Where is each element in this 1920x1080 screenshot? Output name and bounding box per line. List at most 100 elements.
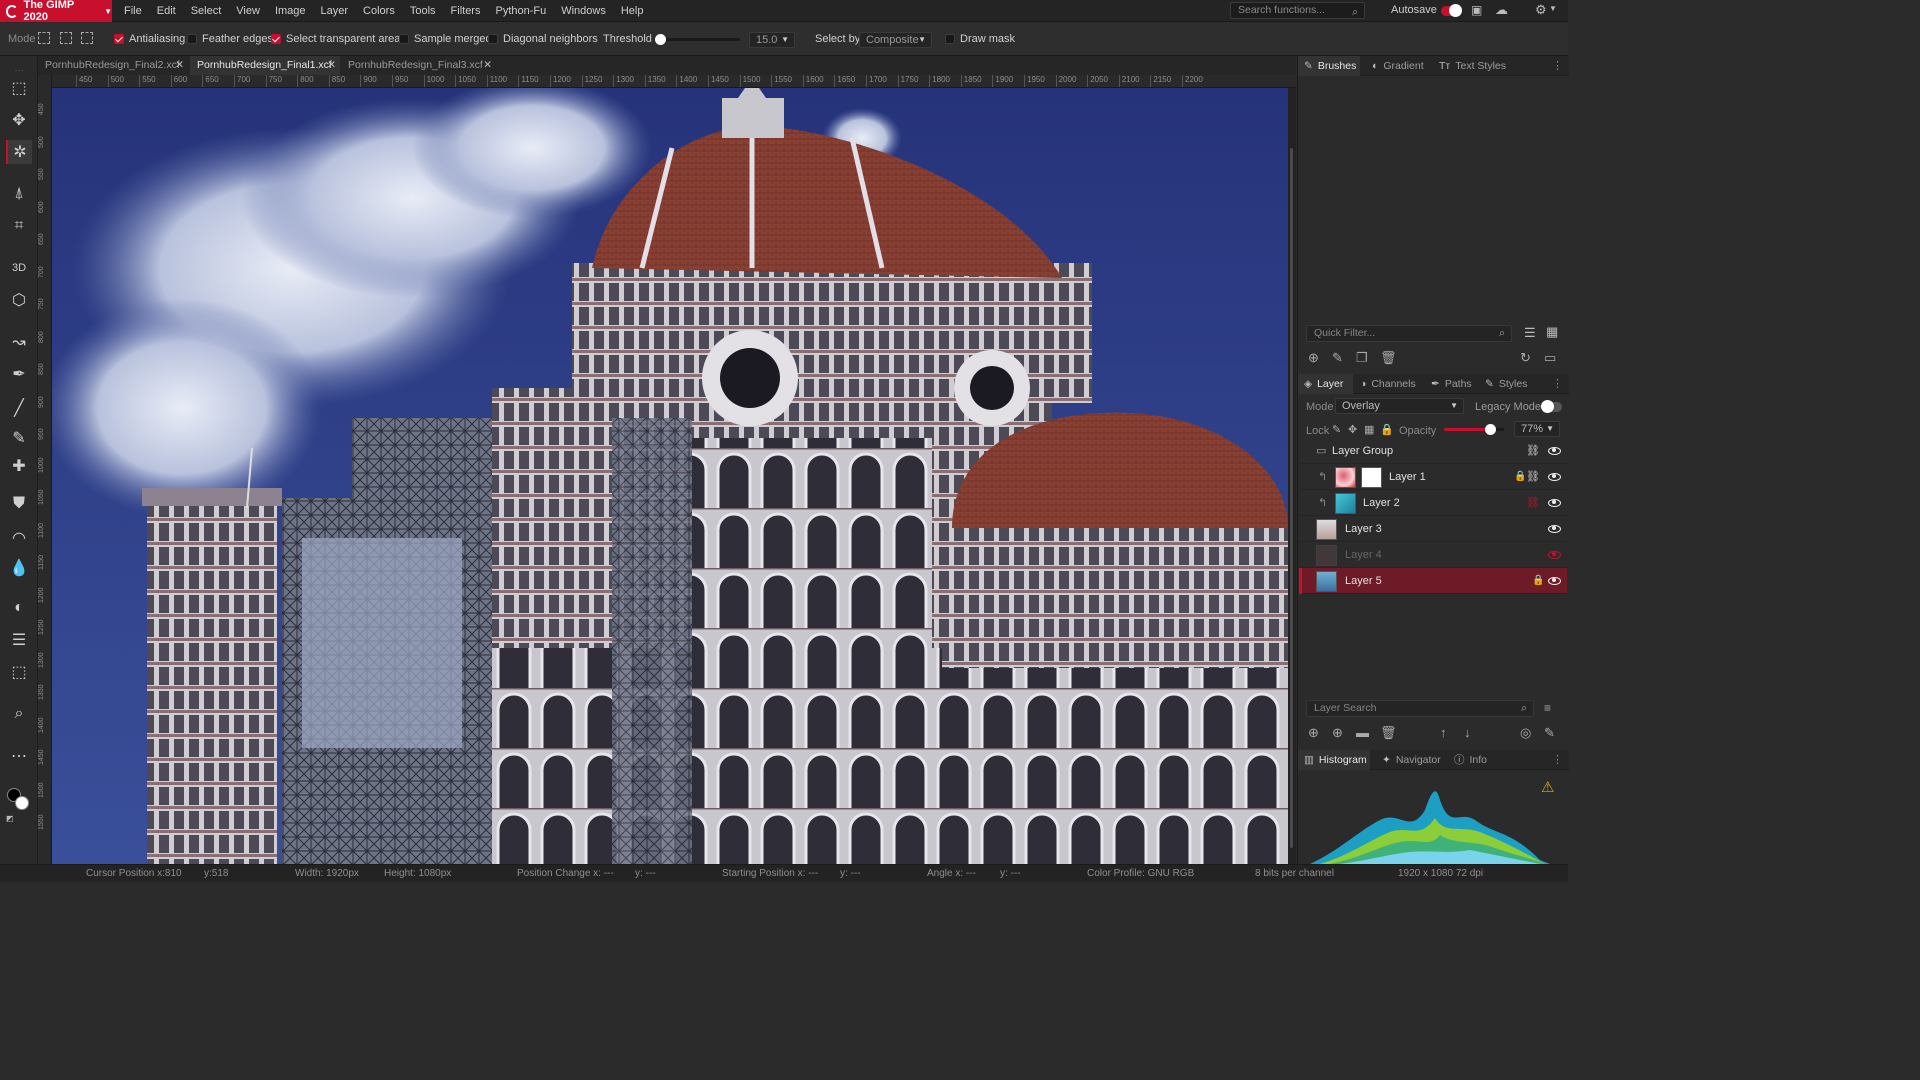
menu-windows[interactable]: Windows — [561, 5, 606, 17]
tab-histogram[interactable]: ▥ Histogram — [1298, 750, 1370, 770]
doc-tab-final2[interactable]: PornhubRedesign_Final2.xcf ✕ — [38, 56, 188, 75]
feather-edges-checkbox[interactable] — [187, 34, 197, 44]
diagonal-neighbors-option[interactable]: Diagonal neighbors — [488, 33, 598, 45]
blur-tool-icon[interactable]: 💧 — [6, 556, 32, 580]
tab-text-styles[interactable]: Tт Text Styles — [1433, 56, 1506, 76]
eye-icon[interactable] — [1548, 574, 1561, 586]
lock-pixels-icon[interactable]: ✎ — [1332, 423, 1341, 436]
app-menu-button[interactable]: The GIMP 2020 ▼ — [0, 0, 112, 23]
scrollbar-thumb[interactable] — [1290, 148, 1293, 848]
move-layer-down-icon[interactable]: ↓ — [1464, 725, 1471, 740]
vertical-ruler[interactable]: 450 500 550 600 650 700 750 800 850 900 950 1000 105… — [38, 75, 52, 864]
sample-merged-option[interactable]: Sample merged — [399, 33, 492, 45]
select-by-dropdown[interactable]: Composite ▼ — [859, 32, 932, 48]
menu-select[interactable]: Select — [191, 5, 222, 17]
grid-view-icon[interactable]: ▦ — [1546, 324, 1558, 340]
perspective-tool-icon[interactable]: ⍋ — [6, 182, 32, 206]
gear-icon[interactable]: ⚙ — [1535, 2, 1547, 18]
cloud-icon[interactable]: ☁ — [1495, 2, 1508, 18]
selection-add-icon[interactable] — [60, 32, 72, 44]
reset-colors-icon[interactable]: ◩ — [6, 814, 14, 823]
brushes-grid-area[interactable] — [1298, 76, 1569, 324]
eye-hidden-icon[interactable] — [1548, 548, 1561, 560]
layer-row-3[interactable]: Layer 3 — [1299, 516, 1567, 542]
menu-filters[interactable]: Filters — [451, 5, 481, 17]
panel-menu-icon[interactable]: ⋮ — [1552, 59, 1563, 72]
image-canvas[interactable] — [52, 88, 1288, 864]
select-transparent-checkbox[interactable] — [271, 34, 281, 44]
layer-row-4[interactable]: Layer 4 — [1299, 542, 1567, 568]
menu-colors[interactable]: Colors — [363, 5, 395, 17]
feather-edges-option[interactable]: Feather edges — [187, 33, 273, 45]
tab-layer[interactable]: ◈ Layer — [1298, 374, 1353, 394]
3d-transform-tool-icon[interactable]: 3D — [6, 256, 32, 280]
refresh-icon[interactable]: ↻ — [1520, 350, 1531, 366]
link-icon[interactable]: ⛓ — [1526, 444, 1540, 457]
align-tool-icon[interactable]: ☰ — [6, 628, 32, 652]
delete-layer-icon[interactable]: 🗑 — [1380, 725, 1397, 741]
draw-mask-option[interactable]: Draw mask — [945, 33, 1015, 45]
rect-select-tool-icon[interactable]: ⬚ — [6, 76, 32, 100]
paintbrush-tool-icon[interactable]: ╱ — [6, 396, 32, 420]
opacity-slider-handle[interactable] — [1485, 424, 1497, 435]
move-layer-up-icon[interactable]: ↑ — [1440, 725, 1447, 740]
antialiasing-checkbox[interactable] — [114, 34, 124, 44]
close-icon[interactable]: ✕ — [327, 56, 336, 75]
tab-brushes[interactable]: ✎ Brushes — [1298, 56, 1360, 76]
more-tools-icon[interactable]: ⋯ — [6, 744, 32, 768]
edit-brush-icon[interactable]: ✎ — [1332, 350, 1343, 366]
heal-tool-icon[interactable]: ✚ — [6, 454, 32, 478]
link-icon[interactable]: ⛓ — [1526, 470, 1540, 483]
close-icon[interactable]: ✕ — [483, 56, 492, 75]
layer-effects-icon[interactable]: ◎ — [1520, 725, 1531, 741]
eye-icon[interactable] — [1548, 522, 1561, 534]
menu-python-fu[interactable]: Python-Fu — [495, 5, 546, 17]
doc-tab-final3[interactable]: PornhubRedesign_Final3.xcf ✕ — [341, 56, 496, 75]
tab-channels[interactable]: ◑ Channels — [1354, 374, 1416, 394]
layer-group-row[interactable]: ▭ Layer Group ⛓ — [1299, 438, 1567, 464]
menu-layer[interactable]: Layer — [321, 5, 349, 17]
dodge-burn-tool-icon[interactable]: ◐ — [6, 596, 32, 620]
lock-icon[interactable]: 🔒 — [1514, 471, 1526, 482]
doc-tab-final1[interactable]: PornhubRedesign_Final1.xcf ✕ — [190, 56, 340, 75]
fuzzy-select-tool-icon[interactable]: ✲ — [6, 140, 32, 164]
paths-tool-icon[interactable]: ✒ — [6, 362, 32, 386]
diagonal-neighbors-checkbox[interactable] — [488, 34, 498, 44]
zoom-tool-icon[interactable]: ⌕ — [6, 702, 32, 726]
layer-row-5[interactable]: Layer 5 🔒 — [1299, 568, 1567, 594]
crop-tool-icon[interactable]: ⌗ — [6, 214, 32, 238]
folder-icon[interactable]: ▭ — [1544, 350, 1556, 366]
draw-mask-checkbox[interactable] — [945, 34, 955, 44]
threshold-value-field[interactable]: 15.0 ▼ — [749, 32, 795, 48]
horizontal-ruler[interactable]: 450 500 550 600 650 700 750 800 850 900 950 1000 105… — [52, 75, 1296, 88]
selection-replace-icon[interactable] — [38, 32, 50, 44]
warp-tool-icon[interactable]: ↝ — [6, 330, 32, 354]
new-layer-icon[interactable]: ⊕ — [1308, 725, 1319, 741]
delete-brush-icon[interactable]: 🗑 — [1380, 350, 1397, 366]
edit-layer-icon[interactable]: ✎ — [1544, 725, 1555, 741]
menu-edit[interactable]: Edit — [157, 5, 176, 17]
antialiasing-option[interactable]: Antialiasing — [114, 33, 185, 45]
eye-icon[interactable] — [1548, 444, 1561, 456]
measure-tool-icon[interactable]: ⬚ — [6, 660, 32, 684]
background-color-swatch[interactable] — [15, 796, 29, 810]
layer-row-1[interactable]: ↰ Layer 1 🔒 ⛓ — [1299, 464, 1567, 490]
legacy-mode-toggle[interactable] — [1541, 400, 1562, 413]
search-functions-input[interactable]: Search functions... ⌕ — [1230, 2, 1365, 19]
menu-image[interactable]: Image — [275, 5, 306, 17]
opacity-slider[interactable] — [1444, 424, 1504, 435]
lock-all-icon[interactable]: 🔒 — [1380, 423, 1394, 436]
layer-mode-dropdown[interactable]: Overlay ▼ — [1335, 398, 1464, 414]
eye-icon[interactable] — [1548, 470, 1561, 482]
save-icon[interactable]: ▣ — [1471, 3, 1482, 17]
bucket-fill-tool-icon[interactable]: ⛊ — [6, 492, 32, 516]
cage-transform-tool-icon[interactable]: ⬡ — [6, 288, 32, 312]
move-tool-icon[interactable]: ✥ — [6, 108, 32, 132]
lock-position-icon[interactable]: ✥ — [1348, 423, 1357, 436]
quick-filter-input[interactable]: Quick Filter... ⌕ — [1306, 325, 1512, 342]
tab-info[interactable]: ⓘ Info — [1448, 750, 1487, 770]
tab-navigator[interactable]: ✦ Navigator — [1376, 750, 1441, 770]
menu-help[interactable]: Help — [621, 5, 644, 17]
folder-icon[interactable]: ▬ — [1356, 725, 1369, 740]
opacity-value-field[interactable]: 77% ▼ — [1514, 421, 1560, 437]
